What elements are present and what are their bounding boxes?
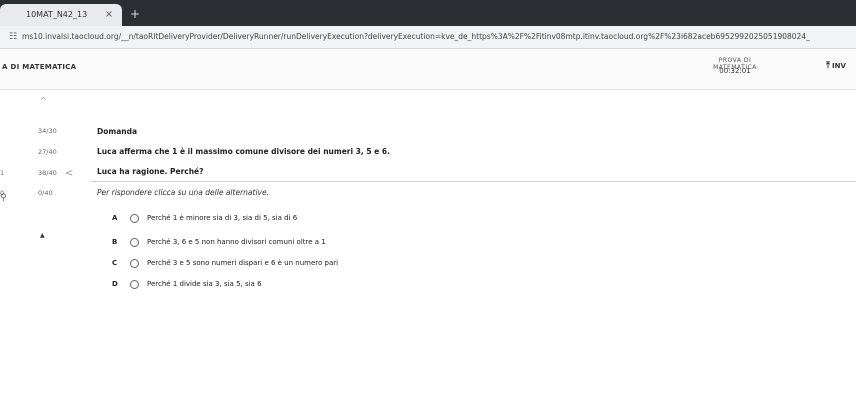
- divider: [91, 181, 856, 182]
- app-title: A DI MATEMATICA: [2, 63, 77, 71]
- option-letter: C: [112, 259, 118, 267]
- option-letter: D: [112, 280, 118, 288]
- rail-item[interactable]: 38/40: [38, 169, 57, 177]
- radio-button[interactable]: [130, 280, 139, 289]
- tab-title: 10MAT_N42_13: [26, 10, 88, 19]
- rail-item[interactable]: 0/40: [38, 189, 53, 197]
- collapse-icon[interactable]: ^: [40, 96, 47, 105]
- radio-button[interactable]: [130, 259, 139, 268]
- close-tab-icon[interactable]: ×: [102, 4, 116, 26]
- browser-tab[interactable]: 10MAT_N42_13 ×: [0, 4, 122, 26]
- send-button[interactable]: ⤒ INV: [826, 58, 856, 74]
- send-label: INV: [831, 62, 846, 70]
- question-stem: Luca afferma che 1 è il massimo comune d…: [97, 147, 390, 156]
- question-label: Domanda: [97, 127, 138, 136]
- question-instruction: Per rispondere clicca su una delle alter…: [97, 188, 269, 197]
- radio-button[interactable]: [130, 238, 139, 247]
- send-icon: ⤒: [826, 61, 830, 71]
- chevron-left-icon[interactable]: <: [65, 168, 73, 179]
- option-letter: B: [112, 238, 118, 246]
- option-text[interactable]: Perché 3, 6 e 5 non hanno divisori comun…: [147, 236, 326, 248]
- answer-option-c[interactable]: C Perché 3 e 5 sono numeri dispari e 6 è…: [112, 257, 512, 269]
- browser-tab-strip: 10MAT_N42_13 × +: [0, 0, 856, 26]
- rail-marker: 1: [0, 169, 5, 177]
- person-icon: ⚲: [0, 193, 7, 203]
- answer-option-b[interactable]: B Perché 3, 6 e 5 non hanno divisori com…: [112, 236, 512, 248]
- app-header: A DI MATEMATICA PROVA DI MATEMATICA 00:3…: [0, 49, 856, 90]
- caret-up-icon[interactable]: ▲: [40, 232, 45, 239]
- radio-button[interactable]: [130, 214, 139, 223]
- option-text[interactable]: Perché 1 è minore sia di 3, sia di 5, si…: [147, 212, 297, 224]
- answer-option-a[interactable]: A Perché 1 è minore sia di 3, sia di 5, …: [112, 212, 512, 224]
- site-info-icon[interactable]: ☷: [6, 30, 20, 44]
- timer: 00:32:01: [719, 67, 751, 75]
- new-tab-icon[interactable]: +: [126, 5, 144, 23]
- option-text[interactable]: Perché 1 divide sia 3, sia 5, sia 6: [147, 278, 262, 290]
- address-bar[interactable]: ☷ ms10.invalsi.taocloud.org/__n/taoRItDe…: [0, 26, 856, 49]
- answer-option-d[interactable]: D Perché 1 divide sia 3, sia 5, sia 6: [112, 278, 512, 290]
- option-letter: A: [112, 214, 118, 222]
- rail-item[interactable]: 27/40: [38, 148, 57, 156]
- option-text[interactable]: Perché 3 e 5 sono numeri dispari e 6 è u…: [147, 257, 338, 269]
- url-text[interactable]: ms10.invalsi.taocloud.org/__n/taoRItDeli…: [22, 26, 854, 48]
- question-prompt: Luca ha ragione. Perché?: [97, 167, 204, 176]
- rail-item[interactable]: 34/30: [38, 127, 57, 135]
